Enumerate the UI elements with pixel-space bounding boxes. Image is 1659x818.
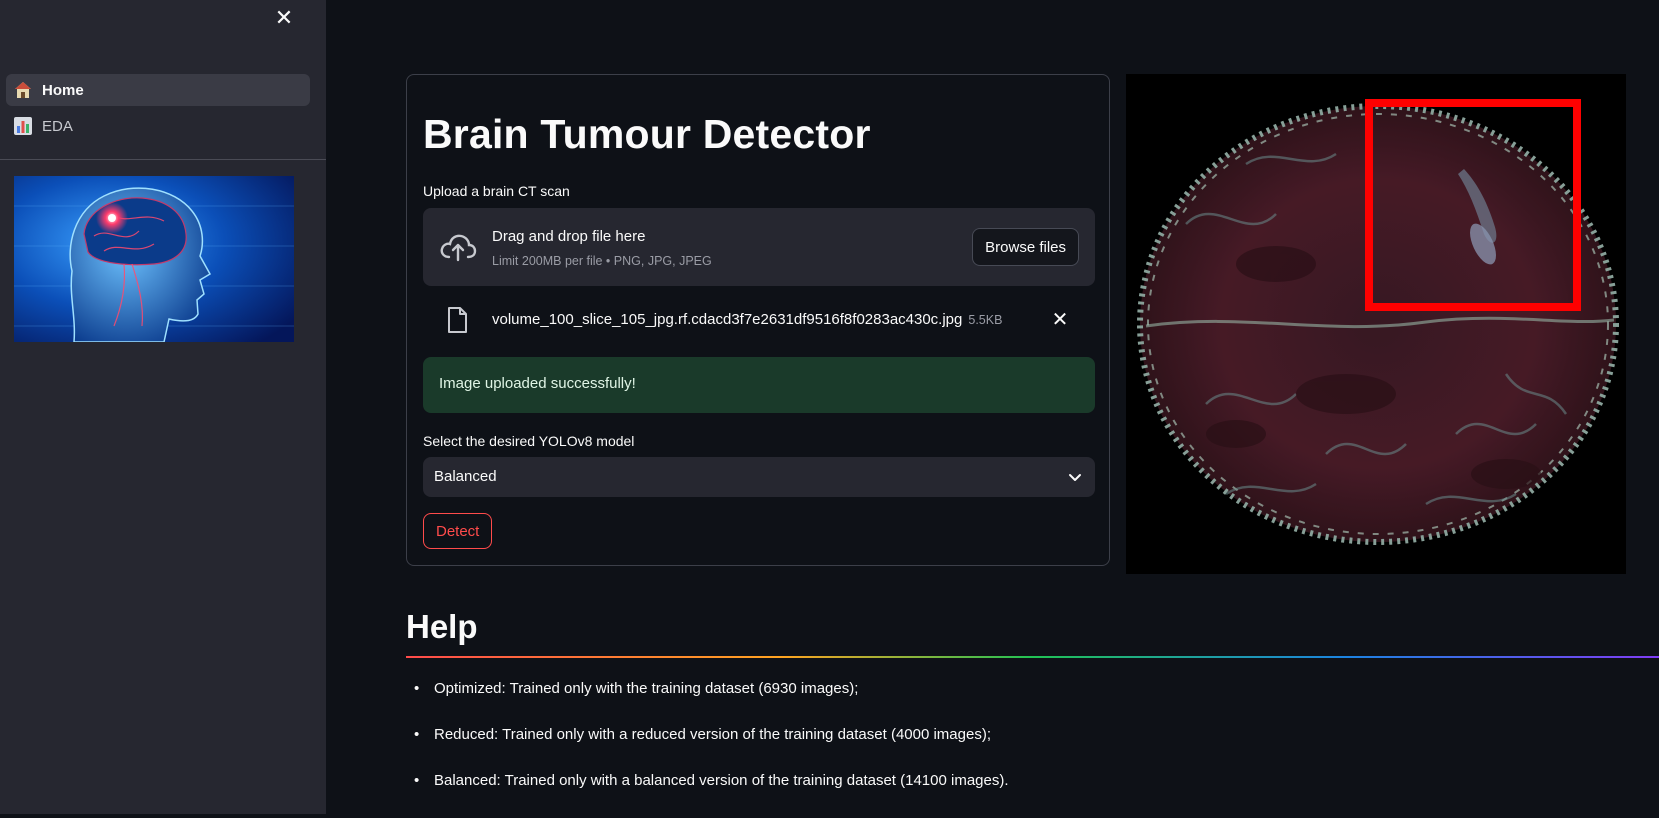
file-name-text: volume_100_slice_105_jpg.rf.cdacd3f7e263… — [492, 311, 963, 328]
brain-illustration-image — [14, 176, 294, 342]
help-item-text: Optimized: Trained only with the trainin… — [434, 680, 859, 697]
uploaded-file-name: volume_100_slice_105_jpg.rf.cdacd3f7e263… — [492, 311, 1002, 328]
detection-result-image — [1126, 74, 1626, 574]
file-icon — [447, 307, 467, 333]
close-icon: ✕ — [1051, 308, 1069, 331]
cloud-upload-icon — [439, 230, 477, 264]
sidebar-nav: Home EDA — [6, 74, 310, 146]
remove-file-button[interactable]: ✕ — [1048, 307, 1072, 331]
bullet-icon: • — [414, 726, 420, 743]
page-title: Brain Tumour Detector — [423, 111, 871, 157]
bullet-icon: • — [414, 680, 420, 697]
detect-button[interactable]: Detect — [423, 513, 493, 549]
close-sidebar-button[interactable]: ✕ — [270, 4, 298, 32]
dropzone-limit: Limit 200MB per file • PNG, JPG, JPEG — [492, 254, 712, 268]
file-size: 5.5KB — [968, 313, 1003, 327]
help-list: • Optimized: Trained only with the traini… — [412, 680, 1009, 818]
sidebar-item-label: EDA — [42, 117, 73, 135]
bullet-icon: • — [414, 772, 420, 789]
success-alert: Image uploaded successfully! — [423, 357, 1095, 413]
uploaded-file-row: volume_100_slice_105_jpg.rf.cdacd3f7e263… — [423, 303, 1095, 339]
success-message: Image uploaded successfully! — [439, 375, 636, 392]
house-icon — [14, 81, 32, 99]
list-item: • Reduced: Trained only with a reduced ve… — [412, 726, 1009, 772]
help-heading: Help — [406, 608, 478, 645]
help-item-text: Balanced: Trained only with a balanced v… — [434, 772, 1009, 789]
dropzone-title: Drag and drop file here — [492, 228, 646, 245]
sidebar: ✕ Home EDA — [0, 0, 326, 814]
list-item: • Optimized: Trained only with the traini… — [412, 680, 1009, 726]
list-item: • Balanced: Trained only with a balanced … — [412, 772, 1009, 818]
bar-chart-icon — [14, 117, 32, 135]
model-select-value: Balanced — [434, 468, 497, 485]
upload-label: Upload a brain CT scan — [423, 183, 570, 199]
help-item-text: Reduced: Trained only with a reduced ver… — [434, 726, 991, 743]
sidebar-item-home[interactable]: Home — [6, 74, 310, 106]
close-icon: ✕ — [274, 5, 294, 30]
file-dropzone[interactable]: Drag and drop file here Limit 200MB per … — [423, 208, 1095, 286]
model-select-label: Select the desired YOLOv8 model — [423, 433, 635, 449]
sidebar-divider — [0, 159, 326, 160]
sidebar-item-label: Home — [42, 81, 84, 99]
help-divider — [406, 656, 1659, 658]
chevron-down-icon — [1067, 469, 1083, 485]
browse-files-button[interactable]: Browse files — [972, 228, 1079, 266]
sidebar-item-eda[interactable]: EDA — [6, 110, 310, 142]
model-select[interactable]: Balanced — [423, 457, 1095, 497]
detector-form: Brain Tumour Detector Upload a brain CT … — [406, 74, 1110, 566]
